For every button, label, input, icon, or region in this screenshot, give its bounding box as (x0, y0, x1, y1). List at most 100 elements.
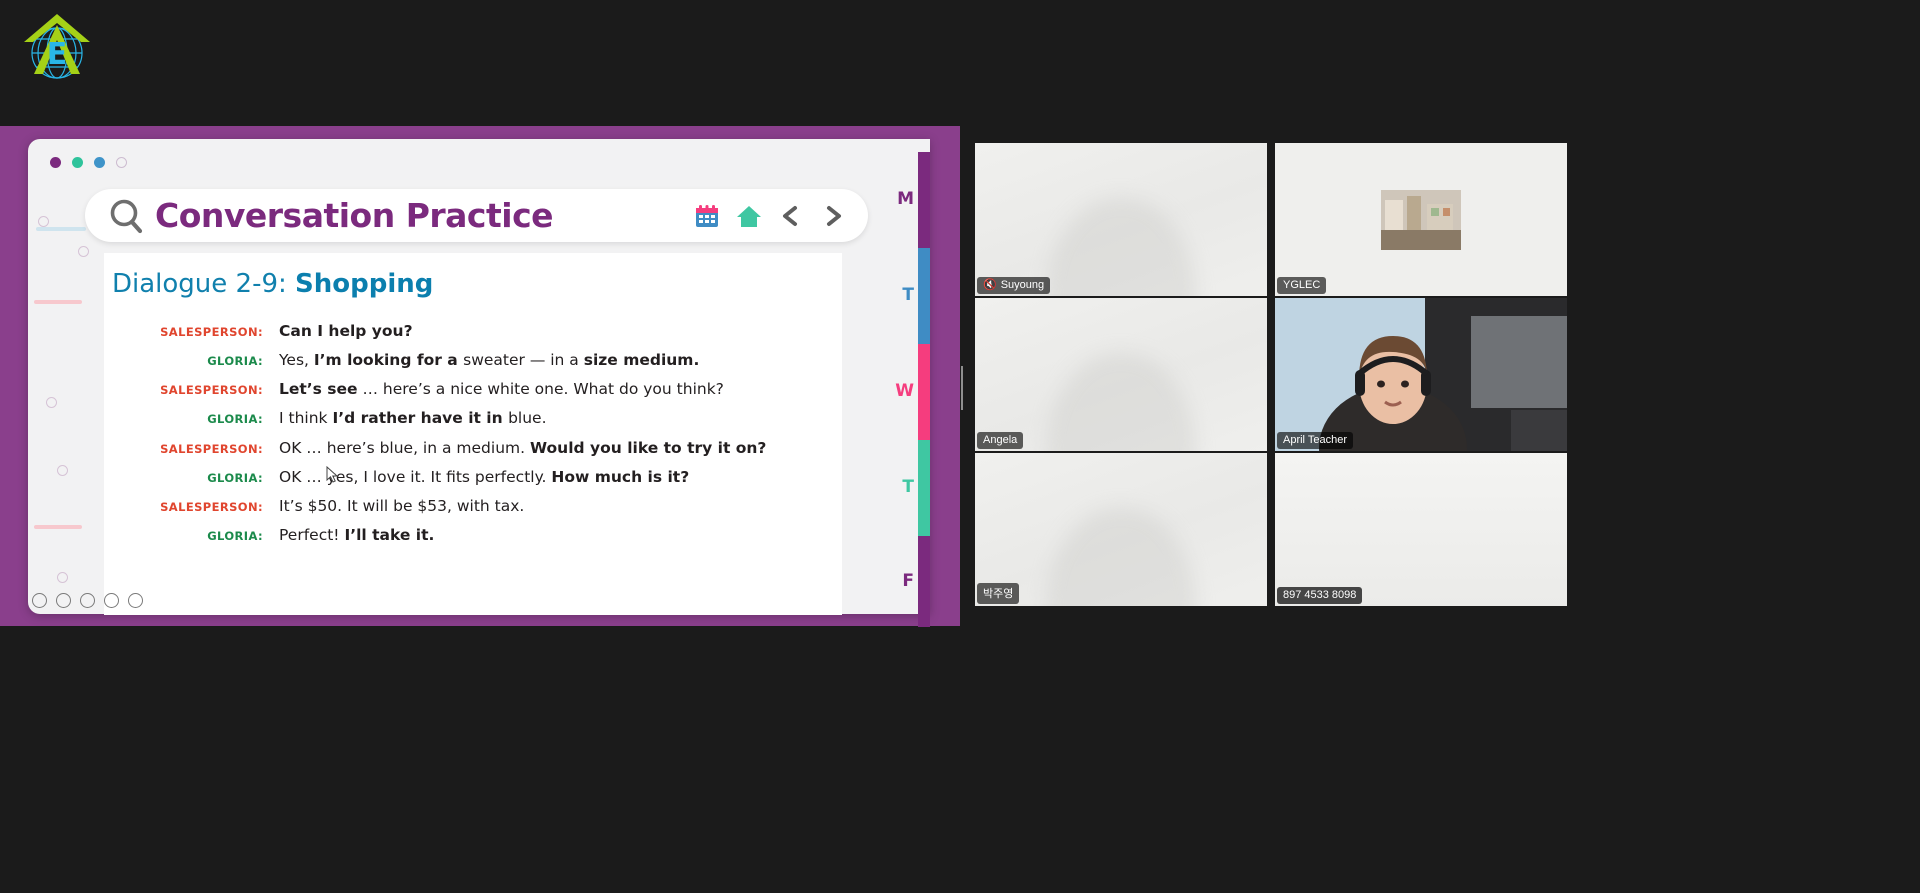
pointer-icon[interactable] (56, 593, 71, 608)
participant-name: April Teacher (1283, 434, 1347, 446)
video-feed (975, 453, 1267, 606)
weekday-tab-0[interactable] (918, 152, 930, 248)
participant-name: YGLEC (1283, 279, 1321, 291)
panel-drag-handle[interactable] (961, 366, 966, 410)
pen-icon[interactable] (80, 593, 95, 608)
speaker-label-sales: SALESPERSON: (160, 325, 263, 339)
participant-silhouette (1046, 198, 1196, 296)
page-title: Conversation Practice (155, 196, 554, 235)
video-tile[interactable]: Angela (975, 298, 1267, 451)
dialogue-heading: Dialogue 2-9: Shopping (112, 269, 433, 299)
participant-name-badge: April Teacher (1277, 432, 1353, 449)
participant-name-badge: YGLEC (1277, 277, 1327, 294)
eglobal-arrow-globe-logo: E (18, 8, 96, 88)
dialogue-text: Perfect! I’ll take it. (279, 525, 435, 544)
speaker-label-sales: SALESPERSON: (160, 499, 263, 514)
participant-name-badge: 🔇 Suyoung (977, 277, 1051, 294)
weekday-label-0: M (897, 189, 914, 209)
speaker-label-gloria: GLORIA: (207, 412, 263, 427)
header-icon-group (694, 203, 846, 229)
video-feed (1275, 453, 1567, 606)
chevron-left-icon[interactable] (778, 203, 804, 229)
dialogue-text: OK … yes, I love it. It fits perfectly. … (279, 467, 690, 486)
dialogue-line: GLORIA: Yes, I’m looking for a sweater — … (104, 350, 842, 370)
weekday-tab-3[interactable] (918, 440, 930, 536)
participant-name: 897 4533 8098 (1283, 589, 1357, 601)
weekday-label-1: T (902, 285, 914, 305)
weekday-tab-1[interactable] (918, 248, 930, 344)
dialogue-text: Can I help you? (279, 322, 413, 340)
info-icon[interactable] (32, 593, 47, 608)
chevron-right-icon[interactable] (820, 203, 846, 229)
video-tile[interactable]: April Teacher (1275, 298, 1567, 451)
deco-ring (78, 246, 89, 257)
slide-header-bar: Conversation Practice (85, 189, 868, 242)
participant-name-badge: Angela (977, 432, 1024, 449)
deco-ring (116, 157, 127, 168)
video-feed (1275, 143, 1567, 296)
video-feed (975, 143, 1267, 296)
participant-name-badge: 박주영 (977, 583, 1020, 604)
slide-bottom-toolbar (32, 593, 143, 608)
lesson-page: Dialogue 2-9: Shopping SALESPERSON: Can I… (104, 253, 842, 615)
video-tile[interactable]: 897 4533 8098 (1275, 453, 1567, 606)
weekday-label-3: T (902, 477, 914, 497)
deco-ring (46, 397, 57, 408)
zoom-icon[interactable] (104, 593, 119, 608)
dialogue-line: GLORIA: OK … yes, I love it. It fits perf… (104, 467, 842, 487)
dialogue-text: It’s $50. It will be $53, with tax. (279, 496, 525, 515)
video-tile[interactable]: YGLEC (1275, 143, 1567, 296)
video-tile[interactable]: 🔇 Suyoung (975, 143, 1267, 296)
participant-name: Suyoung (1000, 279, 1045, 291)
dialogue-number: Dialogue 2-9: (112, 269, 287, 299)
search-icon[interactable] (107, 196, 147, 236)
calendar-icon[interactable] (694, 203, 720, 229)
participant-name-badge: 897 4533 8098 (1277, 587, 1363, 604)
home-icon[interactable] (736, 203, 762, 229)
speaker-label-gloria: GLORIA: (207, 354, 263, 369)
ebook-frame: Conversation Practice Dialogue 2-9: Shop… (0, 126, 960, 627)
deco-ring (57, 572, 68, 583)
video-feed (975, 298, 1267, 451)
teacher-webcam-feed (1275, 298, 1567, 451)
participant-video-grid: 🔇 Suyoung YGLEC Angela April Teacher 박주영 897 4… (975, 143, 1567, 609)
shared-screen-stage: Conversation Practice Dialogue 2-9: Shop… (0, 126, 960, 627)
deco-ring (38, 216, 49, 227)
dialogue-line: SALESPERSON: It’s $50. It will be $53, wi… (104, 496, 842, 516)
dialogue-topic: Shopping (295, 269, 434, 299)
weekday-tab-4[interactable] (918, 536, 930, 627)
screen-root: E Conversation Practice Dialogue 2-9: Sh… (0, 0, 1920, 893)
svg-text:E: E (47, 37, 68, 72)
participant-silhouette (1046, 353, 1196, 451)
video-feed (1275, 298, 1567, 451)
participant-name: 박주영 (983, 588, 1014, 600)
dialogue-text: Yes, I’m looking for a sweater — in a si… (279, 351, 700, 370)
deco-pill (34, 525, 82, 529)
weekday-label-2: W (895, 381, 914, 401)
more-icon[interactable] (128, 593, 143, 608)
dialogue-line: SALESPERSON: Let’s see … here’s a nice wh… (104, 379, 842, 399)
speaker-label-sales: SALESPERSON: (160, 441, 263, 456)
speaker-label-gloria: GLORIA: (207, 470, 263, 485)
weekday-tab-strip: M T W T F (895, 152, 930, 627)
speaker-label-sales: SALESPERSON: (160, 383, 263, 398)
weekday-tab-2[interactable] (918, 344, 930, 440)
dialogue-text: I think I’d rather have it in blue. (279, 409, 547, 428)
deco-pill (36, 227, 86, 231)
dialogue-line: SALESPERSON: Can I help you? (104, 321, 842, 341)
speaker-label-gloria: GLORIA: (207, 528, 263, 543)
video-tile[interactable]: 박주영 (975, 453, 1267, 606)
dialogue-line: GLORIA: Perfect! I’ll take it. (104, 525, 842, 545)
ebook-page-surface: Conversation Practice Dialogue 2-9: Shop… (28, 139, 930, 627)
dialogue-line-list: SALESPERSON: Can I help you? GLORIA: Yes, I… (104, 321, 842, 554)
weekday-label-4: F (902, 570, 914, 591)
dialogue-line: SALESPERSON: OK … here’s blue, in a mediu… (104, 438, 842, 458)
participant-name: Angela (983, 434, 1018, 446)
deco-ring (57, 465, 68, 476)
participant-silhouette (1046, 508, 1196, 606)
room-scene (1381, 189, 1461, 250)
mouse-cursor (326, 466, 339, 483)
dialogue-line: GLORIA: I think I’d rather have it in blu… (104, 408, 842, 428)
dialogue-text: Let’s see … here’s a nice white one. Wha… (279, 380, 724, 399)
dialogue-text: OK … here’s blue, in a medium. Would you… (279, 438, 767, 457)
